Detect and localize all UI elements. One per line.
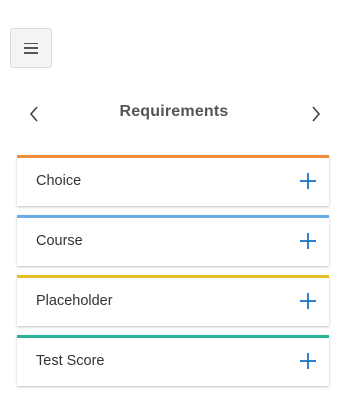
requirements-nav: Requirements — [17, 96, 331, 132]
requirement-label: Test Score — [36, 353, 105, 369]
requirement-type-list: Choice Course Placeholder Test Score — [17, 155, 329, 395]
chevron-right-icon[interactable] — [305, 104, 325, 124]
requirement-label: Placeholder — [36, 293, 113, 309]
menu-button[interactable] — [10, 28, 52, 68]
plus-icon[interactable] — [299, 232, 317, 250]
hamburger-icon — [24, 42, 38, 54]
requirement-label: Choice — [36, 173, 82, 189]
requirement-card-placeholder[interactable]: Placeholder — [17, 275, 329, 326]
requirement-card-test-score[interactable]: Test Score — [17, 335, 329, 386]
requirement-card-choice[interactable]: Choice — [17, 155, 329, 206]
plus-icon[interactable] — [299, 352, 317, 370]
page-title: Requirements — [119, 103, 229, 120]
plus-icon[interactable] — [299, 172, 317, 190]
plus-icon[interactable] — [299, 292, 317, 310]
requirement-label: Course — [36, 233, 83, 249]
requirement-card-course[interactable]: Course — [17, 215, 329, 266]
